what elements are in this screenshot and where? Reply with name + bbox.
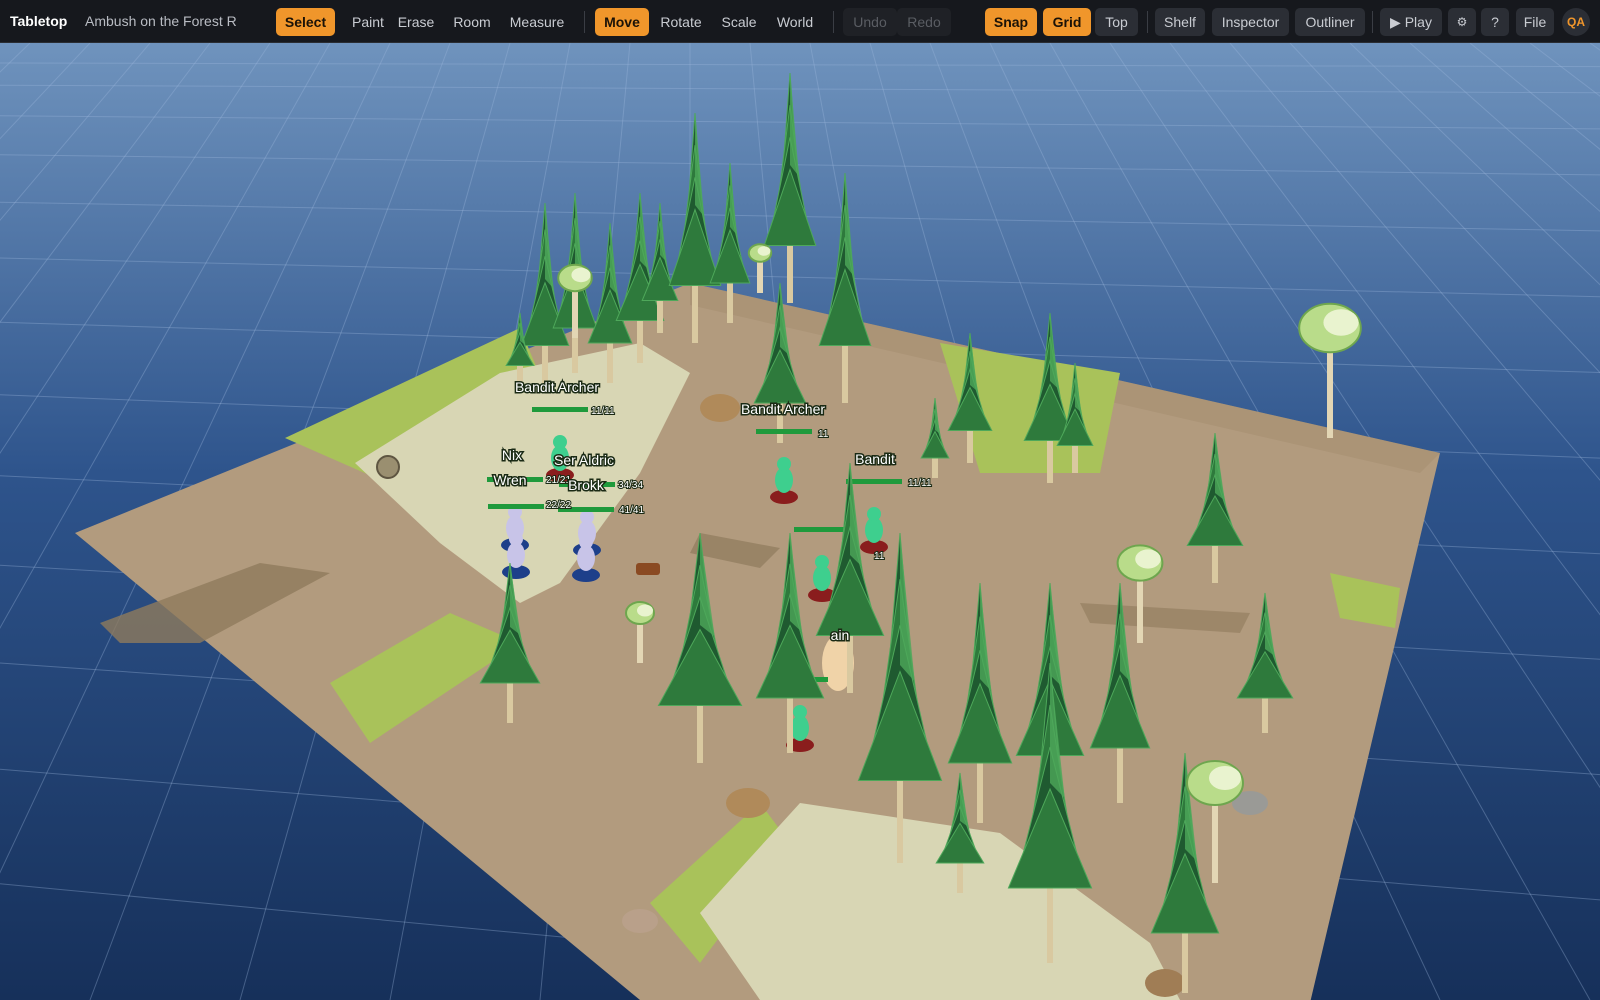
undo-button[interactable]: Undo: [843, 8, 897, 36]
hp-bar: [756, 429, 812, 434]
hp-bar: [532, 407, 588, 412]
token-head: [509, 532, 523, 546]
token-hp-label: 11: [874, 551, 885, 562]
outliner-panel-button[interactable]: Outliner: [1295, 8, 1365, 36]
rotate-gizmo-button[interactable]: Rotate: [656, 8, 706, 36]
token-name-label: Bandit Archer: [741, 401, 825, 417]
token-head: [777, 457, 791, 471]
scale-gizmo-button[interactable]: Scale: [717, 8, 761, 36]
tool-select-button[interactable]: Select: [276, 8, 335, 36]
token-head: [867, 507, 881, 521]
tool-measure-button[interactable]: Measure: [506, 8, 568, 36]
tool-room-button[interactable]: Room: [448, 8, 496, 36]
token-hp-label: 11: [818, 429, 829, 440]
token-head: [793, 705, 807, 719]
token-hp-label: 41/41: [619, 505, 644, 516]
rock-prop[interactable]: [726, 788, 770, 818]
hp-bar: [846, 479, 902, 484]
grid-toggle[interactable]: Grid: [1043, 8, 1091, 36]
token-hp-label: 11/11: [591, 406, 615, 417]
top-toolbar: Tabletop Ambush on the Forest R Select P…: [0, 0, 1600, 43]
shelf-panel-button[interactable]: Shelf: [1155, 8, 1205, 36]
token-name-label: ain: [831, 627, 850, 643]
tool-erase-button[interactable]: Erase: [396, 8, 436, 36]
app-name: Tabletop: [10, 13, 68, 29]
user-avatar[interactable]: QA: [1562, 8, 1590, 36]
scene-viewport[interactable]: Bandit Archer 11/11 Bandit Archer 11 Ban…: [0, 43, 1600, 1000]
tool-paint-button[interactable]: Paint: [343, 8, 393, 36]
rock-prop[interactable]: [1145, 969, 1185, 997]
crate-prop[interactable]: [636, 563, 660, 575]
world-space-button[interactable]: World: [771, 8, 819, 36]
token-name-label: Brokk: [568, 477, 605, 493]
token-name-label: Bandit Archer: [515, 379, 599, 395]
token-name-label: Wren: [493, 472, 526, 488]
help-button[interactable]: ?: [1481, 8, 1509, 36]
well-prop[interactable]: [376, 455, 400, 479]
toolbar-divider: [1372, 11, 1373, 33]
redo-button[interactable]: Redo: [897, 8, 951, 36]
token-head: [815, 555, 829, 569]
rock-prop[interactable]: [700, 394, 740, 422]
settings-gear-icon[interactable]: ⚙: [1448, 8, 1476, 36]
token-name-label: Bandit: [855, 451, 895, 467]
scene-title[interactable]: Ambush on the Forest R: [85, 0, 237, 43]
token-name-label: Ser Aldric: [554, 452, 614, 468]
toolbar-divider: [1147, 11, 1148, 33]
token-head: [580, 510, 594, 524]
play-button[interactable]: ▶ Play: [1380, 8, 1442, 36]
token-head: [553, 435, 567, 449]
snap-toggle[interactable]: Snap: [985, 8, 1037, 36]
move-gizmo-button[interactable]: Move: [595, 8, 649, 36]
top-view-button[interactable]: Top: [1095, 8, 1138, 36]
token-hp-label: 11/11: [908, 478, 932, 489]
file-menu-button[interactable]: File: [1516, 8, 1554, 36]
rock-prop[interactable]: [622, 909, 658, 933]
token-name-label: Nix: [502, 447, 522, 463]
inspector-panel-button[interactable]: Inspector: [1212, 8, 1289, 36]
hp-bar: [794, 527, 850, 532]
hp-bar: [488, 504, 544, 509]
toolbar-divider: [833, 11, 834, 33]
token-hp-label: 34/34: [618, 480, 643, 491]
token-hp-label: 22/22: [546, 500, 571, 511]
toolbar-divider: [584, 11, 585, 33]
token-head: [579, 535, 593, 549]
